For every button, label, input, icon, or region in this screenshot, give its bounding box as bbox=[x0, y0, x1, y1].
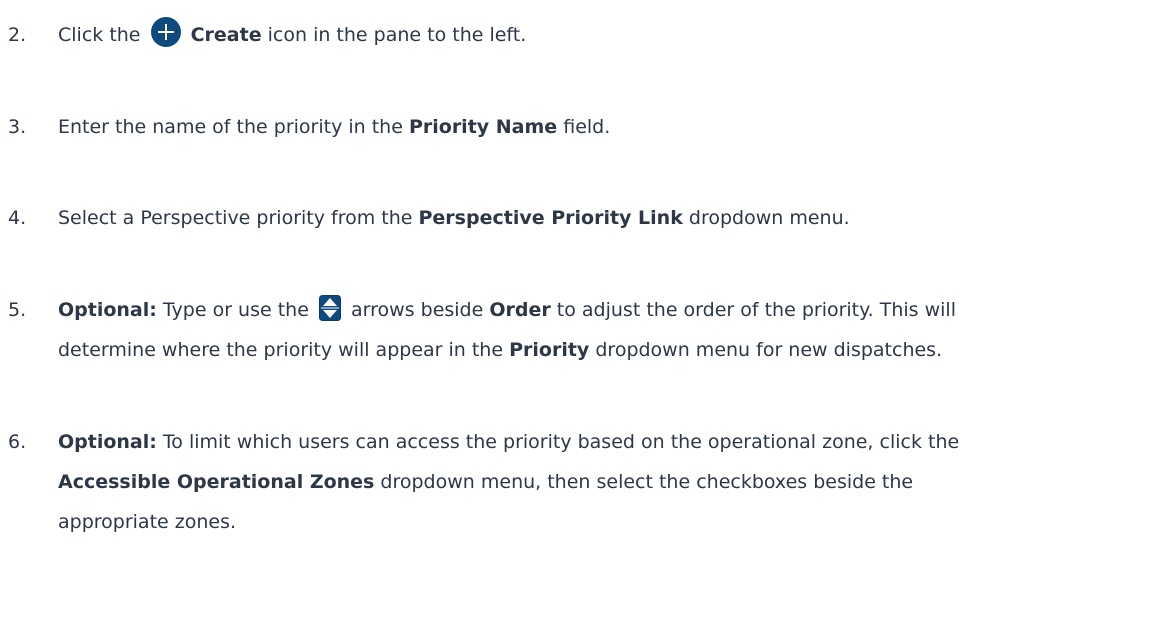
step-number: 6. bbox=[8, 431, 27, 453]
step-text-part: appropriate zones. bbox=[58, 511, 237, 533]
document-page: 2. Click the Create icon in the pane to … bbox=[0, 0, 1166, 625]
step-text-part: arrows beside bbox=[351, 299, 484, 321]
step-text-part: field. bbox=[563, 116, 611, 138]
step-text-line-3: appropriate zones. bbox=[58, 502, 1158, 542]
step-text-part: To limit which users can access the prio… bbox=[162, 431, 960, 453]
step-text-line-2: determine where the priority will appear… bbox=[58, 330, 1158, 370]
step-number: 4. bbox=[8, 207, 27, 229]
step-text-part: dropdown menu. bbox=[688, 207, 850, 229]
step-text-part: dropdown menu for new dispatches. bbox=[595, 339, 943, 361]
up-down-arrows-icon bbox=[318, 294, 341, 321]
step-text: Select a Perspective priority from the P… bbox=[58, 198, 1158, 238]
priority-name-label: Priority Name bbox=[408, 116, 558, 138]
step-text: Enter the name of the priority in the Pr… bbox=[58, 107, 1158, 147]
create-label: Create bbox=[190, 24, 262, 46]
step-text-part: Click the bbox=[58, 24, 141, 46]
step-text-part: dropdown menu, then select the checkboxe… bbox=[380, 471, 914, 493]
up-down-arrows-svg bbox=[318, 294, 341, 321]
optional-label: Optional: bbox=[58, 299, 157, 321]
step-text-line-2: Accessible Operational Zones dropdown me… bbox=[58, 462, 1158, 502]
accessible-operational-zones-label: Accessible Operational Zones bbox=[58, 471, 375, 493]
order-label: Order bbox=[489, 299, 551, 321]
perspective-priority-link-label: Perspective Priority Link bbox=[418, 207, 683, 229]
step-text: Optional: Type or use the arrows beside … bbox=[58, 290, 1158, 330]
step-text-part: determine where the priority will appear… bbox=[58, 339, 504, 361]
step-number: 5. bbox=[8, 299, 27, 321]
create-plus-icon bbox=[150, 16, 181, 47]
step-text-part: to adjust the order of the priority. Thi… bbox=[556, 299, 956, 321]
step-text-part: Type or use the bbox=[162, 299, 309, 321]
step-number: 2. bbox=[8, 24, 27, 46]
step-text: Click the Create icon in the pane to the… bbox=[58, 15, 1158, 55]
step-text-part: Select a Perspective priority from the bbox=[58, 207, 413, 229]
step-number: 3. bbox=[8, 116, 27, 138]
optional-label: Optional: bbox=[58, 431, 157, 453]
priority-label: Priority bbox=[509, 339, 590, 361]
step-text: Optional: To limit which users can acces… bbox=[58, 422, 1158, 462]
step-text-part: Enter the name of the priority in the bbox=[58, 116, 403, 138]
step-text-part: icon in the pane to the left. bbox=[267, 24, 527, 46]
